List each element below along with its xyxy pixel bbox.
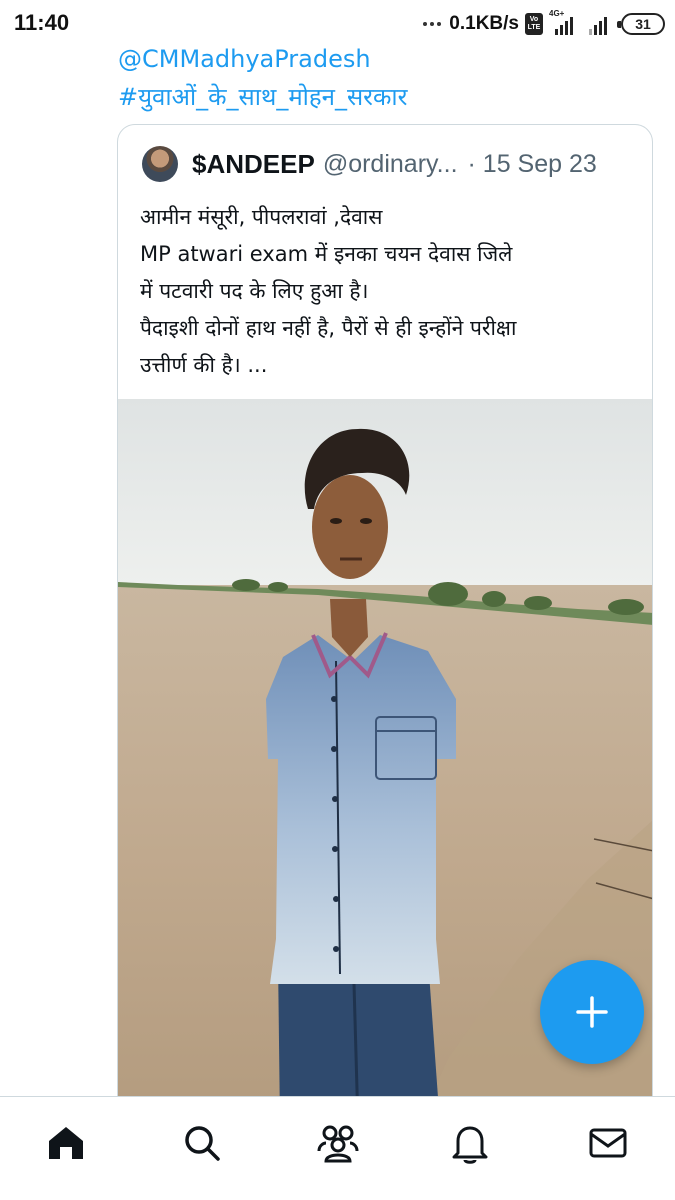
nav-search[interactable]	[178, 1119, 226, 1167]
text-line: MP atwari exam में इनका चयन देवास जिले	[140, 242, 513, 266]
nav-home[interactable]	[42, 1119, 90, 1167]
search-icon	[185, 1126, 220, 1161]
author-handle: @ordinary...	[322, 149, 458, 178]
quoted-tweet-header: $ANDEEP @ordinary... · 15 Sep 23	[142, 145, 597, 183]
compose-button[interactable]	[540, 960, 644, 1064]
signal-icon	[585, 13, 615, 35]
bottom-nav	[0, 1096, 675, 1200]
nav-notifications[interactable]	[446, 1119, 494, 1167]
volte-icon: Vo LTE	[525, 13, 543, 35]
tweet-text: @CMMadhyaPradesh #युवाओं_के_साथ_मोहन_सरक…	[118, 40, 658, 116]
text-line: में पटवारी पद के लिए हुआ है।	[140, 279, 369, 303]
communities-icon	[317, 1125, 359, 1163]
author-name: $ANDEEP	[192, 148, 315, 179]
nav-communities[interactable]	[314, 1119, 362, 1167]
text-line: पैदाइशी दोनों हाथ नहीं है, पैरों से ही इ…	[140, 316, 517, 340]
avatar[interactable]	[142, 146, 178, 182]
tweet-date: · 15 Sep 23	[467, 149, 597, 178]
mail-icon	[589, 1128, 627, 1158]
network-speed: 0.1KB/s	[449, 13, 519, 34]
mention-link[interactable]: @CMMadhyaPradesh	[118, 40, 658, 78]
home-icon	[49, 1127, 83, 1159]
plus-icon	[576, 996, 608, 1028]
signal-4g-icon: 4G+	[549, 9, 579, 35]
hashtag-link[interactable]: #युवाओं_के_साथ_मोहन_सरकार	[118, 78, 658, 116]
quoted-tweet-text: आमीन मंसूरी, पीपलरावां ,देवास MP atwari …	[140, 199, 640, 384]
more-dots-icon	[423, 22, 442, 26]
status-time: 11:40	[14, 10, 70, 35]
battery-icon: 31	[617, 13, 665, 35]
nav-messages[interactable]	[584, 1119, 632, 1167]
text-line: उत्तीर्ण की है। ...	[140, 353, 268, 377]
status-indicators: 0.1KB/s Vo LTE 4G+ 31	[423, 9, 665, 38]
bell-icon	[452, 1126, 488, 1164]
text-line: आमीन मंसूरी, पीपलरावां ,देवास	[140, 205, 383, 229]
